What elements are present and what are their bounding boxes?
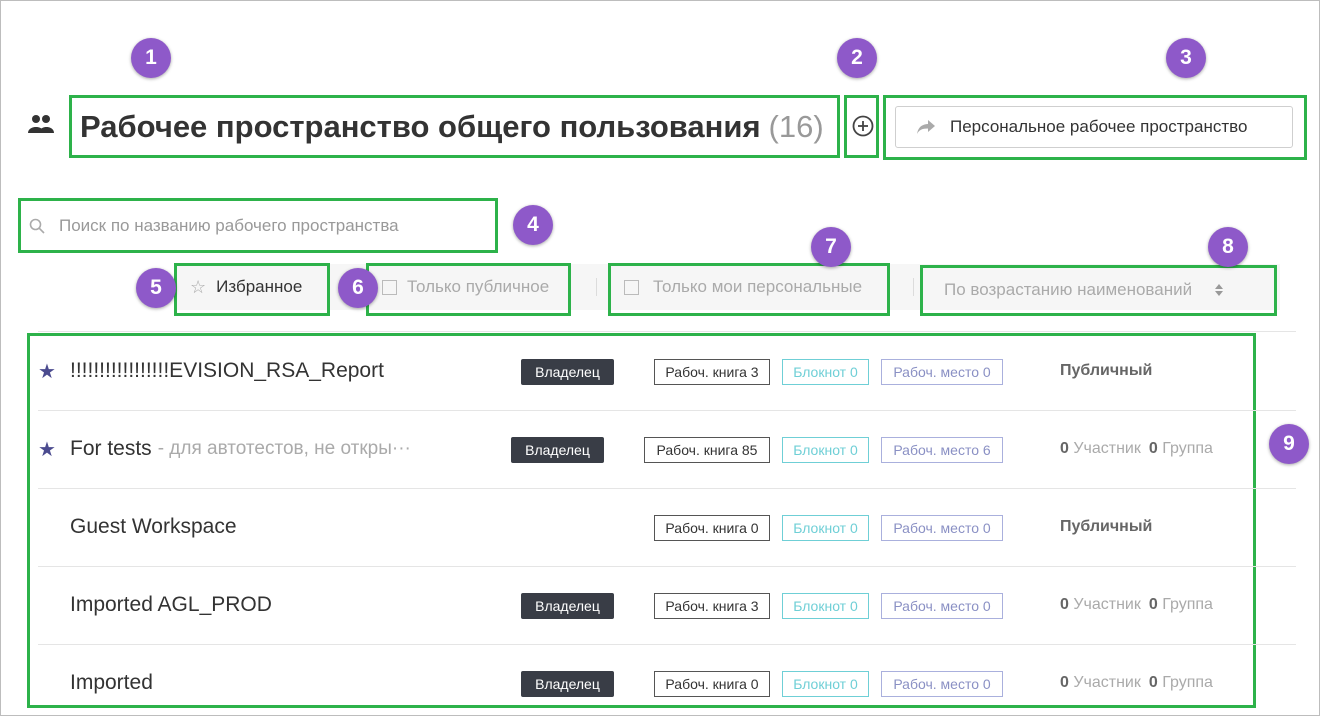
workspace-name: For tests - для автотестов, не откры···: [70, 437, 411, 460]
callout-box-title: Рабочее пространство общего пользования …: [69, 95, 840, 158]
workbook-tag: Рабоч. книга 0: [654, 515, 770, 541]
workspace-status: 0 Участник 0 Группа: [1060, 596, 1213, 613]
search-input[interactable]: Поиск по названию рабочего пространства: [18, 198, 498, 253]
workspace-name: Imported: [70, 671, 153, 694]
list-item[interactable]: Guest Workspace Рабоч. книга 0 Блокнот 0…: [38, 489, 1248, 565]
divider: [596, 278, 597, 296]
notebook-tag: Блокнот 0: [782, 593, 869, 619]
callout-badge-8: 8: [1208, 227, 1248, 267]
workspace-status: Публичный: [1060, 362, 1153, 379]
personal-workspace-button[interactable]: Персональное рабочее пространство: [895, 106, 1293, 148]
notebook-tag: Блокнот 0: [782, 437, 869, 463]
star-filled-icon[interactable]: ★: [38, 333, 56, 409]
workplace-tag: Рабоч. место 0: [881, 359, 1003, 385]
divider: [913, 278, 914, 296]
workspace-name: Guest Workspace: [70, 515, 237, 538]
workspace-description: - для автотестов, не откры···: [157, 438, 411, 459]
share-arrow-icon: [917, 120, 935, 134]
callout-badge-4: 4: [513, 205, 553, 245]
sort-arrows-icon: [1215, 284, 1224, 296]
search-icon: [29, 218, 45, 234]
callout-badge-9: 9: [1269, 424, 1309, 464]
list-item[interactable]: Imported Владелец Рабоч. книга 0 Блокнот…: [38, 645, 1248, 721]
only-my-personal-filter[interactable]: Только мои персональные: [624, 274, 862, 300]
plus-circle-icon: [852, 115, 874, 137]
callout-badge-2: 2: [837, 38, 877, 78]
workbook-tag: Рабоч. книга 85: [644, 437, 770, 463]
workspace-status: Публичный: [1060, 518, 1153, 535]
workplace-tag: Рабоч. место 0: [881, 515, 1003, 541]
workspace-name: !!!!!!!!!!!!!!!!!EVISION_RSA_Report: [70, 359, 384, 382]
callout-badge-7: 7: [811, 227, 851, 267]
callout-badge-3: 3: [1166, 38, 1206, 78]
only-public-label: Только публичное: [407, 277, 550, 296]
workplace-tag: Рабоч. место 0: [881, 593, 1003, 619]
list-item[interactable]: ★ !!!!!!!!!!!!!!!!!EVISION_RSA_Report Вл…: [38, 333, 1248, 409]
workspace-status: 0 Участник 0 Группа: [1060, 674, 1213, 691]
owner-tag: Владелец: [521, 359, 614, 385]
favorites-filter[interactable]: ☆ Избранное: [190, 274, 302, 300]
only-my-personal-label: Только мои персональные: [653, 277, 863, 296]
list-item[interactable]: Imported AGL_PROD Владелец Рабоч. книга …: [38, 567, 1248, 643]
owner-tag: Владелец: [521, 671, 614, 697]
owner-tag: Владелец: [521, 593, 614, 619]
callout-box-add: [844, 95, 879, 158]
list-item[interactable]: ★ For tests - для автотестов, не откры··…: [38, 411, 1248, 487]
search-placeholder: Поиск по названию рабочего пространства: [59, 215, 399, 235]
workspace-name: Imported AGL_PROD: [70, 593, 272, 616]
workspace-count: (16): [768, 108, 824, 144]
personal-workspace-label: Персональное рабочее пространство: [950, 117, 1248, 136]
workbook-tag: Рабоч. книга 3: [654, 593, 770, 619]
star-outline-icon: ☆: [190, 276, 207, 297]
notebook-tag: Блокнот 0: [782, 359, 869, 385]
sort-select[interactable]: По возрастанию наименований: [944, 277, 1224, 303]
only-public-filter[interactable]: Только публичное: [382, 274, 549, 300]
workbook-tag: Рабоч. книга 3: [654, 359, 770, 385]
add-workspace-button[interactable]: [852, 115, 874, 137]
workbook-tag: Рабоч. книга 0: [654, 671, 770, 697]
callout-badge-6: 6: [338, 268, 378, 308]
only-public-checkbox[interactable]: [382, 279, 397, 295]
favorites-label: Избранное: [216, 277, 303, 296]
callout-badge-5: 5: [136, 268, 176, 308]
notebook-tag: Блокнот 0: [782, 671, 869, 697]
callout-badge-1: 1: [131, 38, 171, 78]
workplace-tag: Рабоч. место 6: [881, 437, 1003, 463]
sort-label: По возрастанию наименований: [944, 280, 1193, 299]
page-title-text: Рабочее пространство общего пользования: [80, 108, 761, 144]
notebook-tag: Блокнот 0: [782, 515, 869, 541]
workspace-status: 0 Участник 0 Группа: [1060, 440, 1213, 457]
owner-tag: Владелец: [511, 437, 604, 463]
workspace-people-icon: [28, 113, 54, 135]
page-title: Рабочее пространство общего пользования …: [72, 98, 837, 155]
star-filled-icon[interactable]: ★: [38, 411, 56, 487]
workplace-tag: Рабоч. место 0: [881, 671, 1003, 697]
list-divider: [38, 331, 1296, 332]
only-my-personal-checkbox[interactable]: [624, 279, 639, 295]
